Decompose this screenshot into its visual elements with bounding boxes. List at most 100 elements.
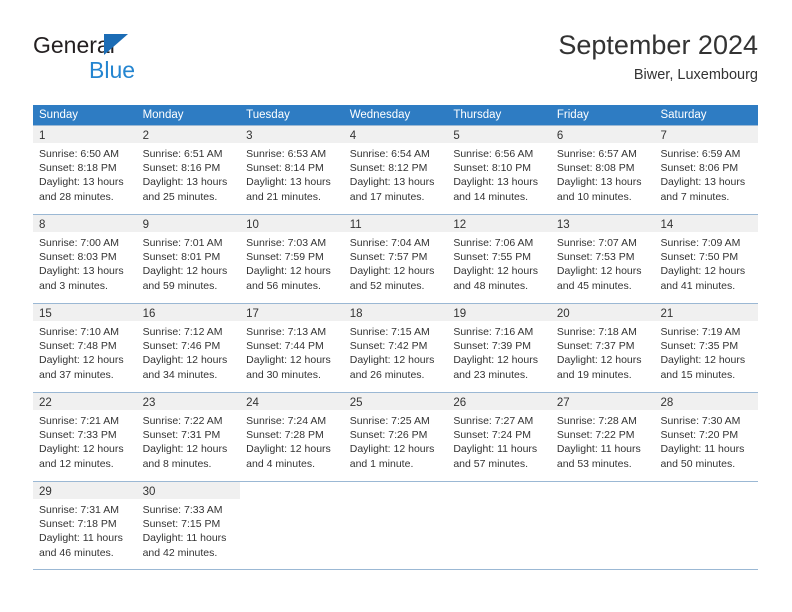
day-cell[interactable]: 22 Sunrise: 7:21 AM Sunset: 7:33 PM Dayl…: [33, 393, 137, 481]
day-number-band: 21: [654, 304, 759, 321]
day-info: Sunrise: 7:19 AM Sunset: 7:35 PM Dayligh…: [654, 321, 758, 382]
daylight-text-line1: Daylight: 12 hours: [349, 443, 435, 456]
daylight-text-line1: Daylight: 11 hours: [556, 443, 641, 456]
daylight-text-line1: Daylight: 13 hours: [556, 176, 642, 189]
day-cell[interactable]: 18 Sunrise: 7:15 AM Sunset: 7:42 PM Dayl…: [343, 304, 448, 392]
daylight-text-line2: and 41 minutes.: [660, 279, 736, 292]
day-cell[interactable]: 23 Sunrise: 7:22 AM Sunset: 7:31 PM Dayl…: [136, 393, 241, 481]
sunrise-text: Sunrise: 6:53 AM: [246, 148, 327, 160]
day-number-band: 24: [240, 393, 344, 410]
week-row: 29 Sunrise: 7:31 AM Sunset: 7:18 PM Dayl…: [33, 481, 758, 570]
day-number: 22: [39, 397, 52, 409]
day-number: 7: [660, 130, 667, 142]
day-number-band: 3: [240, 126, 344, 143]
day-number: 15: [39, 308, 52, 320]
day-cell[interactable]: 10 Sunrise: 7:03 AM Sunset: 7:59 PM Dayl…: [240, 215, 344, 303]
day-cell[interactable]: 1 Sunrise: 6:50 AM Sunset: 8:18 PM Dayli…: [33, 126, 137, 214]
day-cell[interactable]: 14 Sunrise: 7:09 AM Sunset: 7:50 PM Dayl…: [654, 215, 759, 303]
day-cell[interactable]: 29 Sunrise: 7:31 AM Sunset: 7:18 PM Dayl…: [33, 482, 137, 570]
day-info: Sunrise: 7:03 AM Sunset: 7:59 PM Dayligh…: [240, 232, 344, 293]
day-cell-empty: [344, 482, 448, 570]
day-number-band: 14: [654, 215, 759, 232]
daylight-text-line2: and 28 minutes.: [39, 190, 114, 203]
sunset-text: Sunset: 7:46 PM: [142, 340, 221, 353]
day-cell[interactable]: 8 Sunrise: 7:00 AM Sunset: 8:03 PM Dayli…: [33, 215, 137, 303]
sunrise-text: Sunrise: 7:22 AM: [142, 415, 223, 427]
day-number: 27: [556, 397, 570, 409]
sunset-text: Sunset: 7:57 PM: [349, 251, 428, 264]
day-cell[interactable]: 20 Sunrise: 7:18 AM Sunset: 7:37 PM Dayl…: [550, 304, 655, 392]
day-cell[interactable]: 21 Sunrise: 7:19 AM Sunset: 7:35 PM Dayl…: [654, 304, 759, 392]
sunrise-text: Sunrise: 7:30 AM: [660, 415, 741, 427]
day-cell[interactable]: 12 Sunrise: 7:06 AM Sunset: 7:55 PM Dayl…: [447, 215, 551, 303]
sunset-text: Sunset: 8:01 PM: [142, 251, 221, 264]
daylight-text-line2: and 34 minutes.: [142, 368, 218, 381]
day-number: 17: [246, 308, 259, 320]
day-cell-empty: [654, 482, 758, 570]
day-cell[interactable]: 26 Sunrise: 7:27 AM Sunset: 7:24 PM Dayl…: [447, 393, 551, 481]
day-info: Sunrise: 7:10 AM Sunset: 7:48 PM Dayligh…: [33, 321, 137, 382]
day-number-band: 17: [240, 304, 344, 321]
daylight-text-line2: and 59 minutes.: [142, 279, 218, 292]
sunset-text: Sunset: 7:48 PM: [39, 340, 117, 353]
sunrise-text: Sunrise: 7:01 AM: [142, 237, 223, 249]
sunrise-text: Sunrise: 6:50 AM: [39, 148, 119, 160]
day-number-band: 15: [33, 304, 137, 321]
daylight-text-line2: and 23 minutes.: [453, 368, 529, 381]
daylight-text-line1: Daylight: 12 hours: [39, 443, 124, 456]
logo-text-general: General: [33, 32, 115, 58]
day-cell[interactable]: 17 Sunrise: 7:13 AM Sunset: 7:44 PM Dayl…: [240, 304, 344, 392]
daylight-text-line2: and 30 minutes.: [246, 368, 321, 381]
day-number: 5: [453, 130, 460, 142]
sunset-text: Sunset: 8:03 PM: [39, 251, 117, 264]
daylight-text-line2: and 57 minutes.: [453, 457, 529, 470]
day-cell[interactable]: 25 Sunrise: 7:25 AM Sunset: 7:26 PM Dayl…: [343, 393, 448, 481]
sunset-text: Sunset: 8:10 PM: [453, 162, 531, 175]
daylight-text-line2: and 14 minutes.: [453, 190, 529, 203]
day-info: Sunrise: 7:18 AM Sunset: 7:37 PM Dayligh…: [551, 321, 655, 382]
sunrise-text: Sunrise: 7:10 AM: [39, 326, 119, 338]
day-cell[interactable]: 7 Sunrise: 6:59 AM Sunset: 8:06 PM Dayli…: [654, 126, 759, 214]
day-cell[interactable]: 24 Sunrise: 7:24 AM Sunset: 7:28 PM Dayl…: [240, 393, 344, 481]
daylight-text-line1: Daylight: 12 hours: [246, 354, 331, 367]
day-cell[interactable]: 5 Sunrise: 6:56 AM Sunset: 8:10 PM Dayli…: [447, 126, 551, 214]
sunrise-text: Sunrise: 7:04 AM: [349, 237, 430, 249]
day-cell[interactable]: 9 Sunrise: 7:01 AM Sunset: 8:01 PM Dayli…: [136, 215, 241, 303]
day-number-band: [240, 482, 344, 499]
sunrise-text: Sunrise: 6:54 AM: [349, 148, 430, 160]
daylight-text-line2: and 12 minutes.: [39, 457, 114, 470]
day-cell[interactable]: 6 Sunrise: 6:57 AM Sunset: 8:08 PM Dayli…: [550, 126, 655, 214]
sunset-text: Sunset: 7:44 PM: [246, 340, 324, 353]
day-cell[interactable]: 30 Sunrise: 7:33 AM Sunset: 7:15 PM Dayl…: [136, 482, 241, 570]
day-cell[interactable]: 11 Sunrise: 7:04 AM Sunset: 7:57 PM Dayl…: [343, 215, 448, 303]
day-number-band: 28: [654, 393, 759, 410]
daylight-text-line1: Daylight: 12 hours: [349, 354, 435, 367]
day-cell[interactable]: 27 Sunrise: 7:28 AM Sunset: 7:22 PM Dayl…: [550, 393, 655, 481]
day-number-band: 20: [550, 304, 655, 321]
sunrise-text: Sunrise: 6:51 AM: [142, 148, 223, 160]
daylight-text-line1: Daylight: 12 hours: [246, 265, 331, 278]
day-number: 14: [660, 219, 674, 231]
day-cell[interactable]: 3 Sunrise: 6:53 AM Sunset: 8:14 PM Dayli…: [240, 126, 344, 214]
day-cell[interactable]: 15 Sunrise: 7:10 AM Sunset: 7:48 PM Dayl…: [33, 304, 137, 392]
logo-triangle-icon: [104, 34, 128, 55]
day-cell[interactable]: 28 Sunrise: 7:30 AM Sunset: 7:20 PM Dayl…: [654, 393, 759, 481]
sunrise-text: Sunrise: 7:25 AM: [349, 415, 430, 427]
day-cell[interactable]: 2 Sunrise: 6:51 AM Sunset: 8:16 PM Dayli…: [136, 126, 241, 214]
day-info: Sunrise: 6:59 AM Sunset: 8:06 PM Dayligh…: [654, 143, 758, 204]
day-number-band: 8: [33, 215, 137, 232]
day-cell[interactable]: 16 Sunrise: 7:12 AM Sunset: 7:46 PM Dayl…: [136, 304, 241, 392]
sunset-text: Sunset: 8:12 PM: [349, 162, 428, 175]
day-number-band: 18: [343, 304, 448, 321]
day-cell-empty: [551, 482, 655, 570]
daylight-text-line2: and 19 minutes.: [556, 368, 632, 381]
day-number-band: [551, 482, 655, 499]
day-cell[interactable]: 13 Sunrise: 7:07 AM Sunset: 7:53 PM Dayl…: [550, 215, 655, 303]
day-cell[interactable]: 4 Sunrise: 6:54 AM Sunset: 8:12 PM Dayli…: [343, 126, 448, 214]
day-info: Sunrise: 6:57 AM Sunset: 8:08 PM Dayligh…: [551, 143, 655, 204]
day-number-band: 5: [447, 126, 551, 143]
day-info: Sunrise: 7:01 AM Sunset: 8:01 PM Dayligh…: [137, 232, 241, 293]
daylight-text-line2: and 53 minutes.: [556, 457, 632, 470]
day-cell[interactable]: 19 Sunrise: 7:16 AM Sunset: 7:39 PM Dayl…: [447, 304, 551, 392]
sunset-text: Sunset: 7:59 PM: [246, 251, 324, 264]
